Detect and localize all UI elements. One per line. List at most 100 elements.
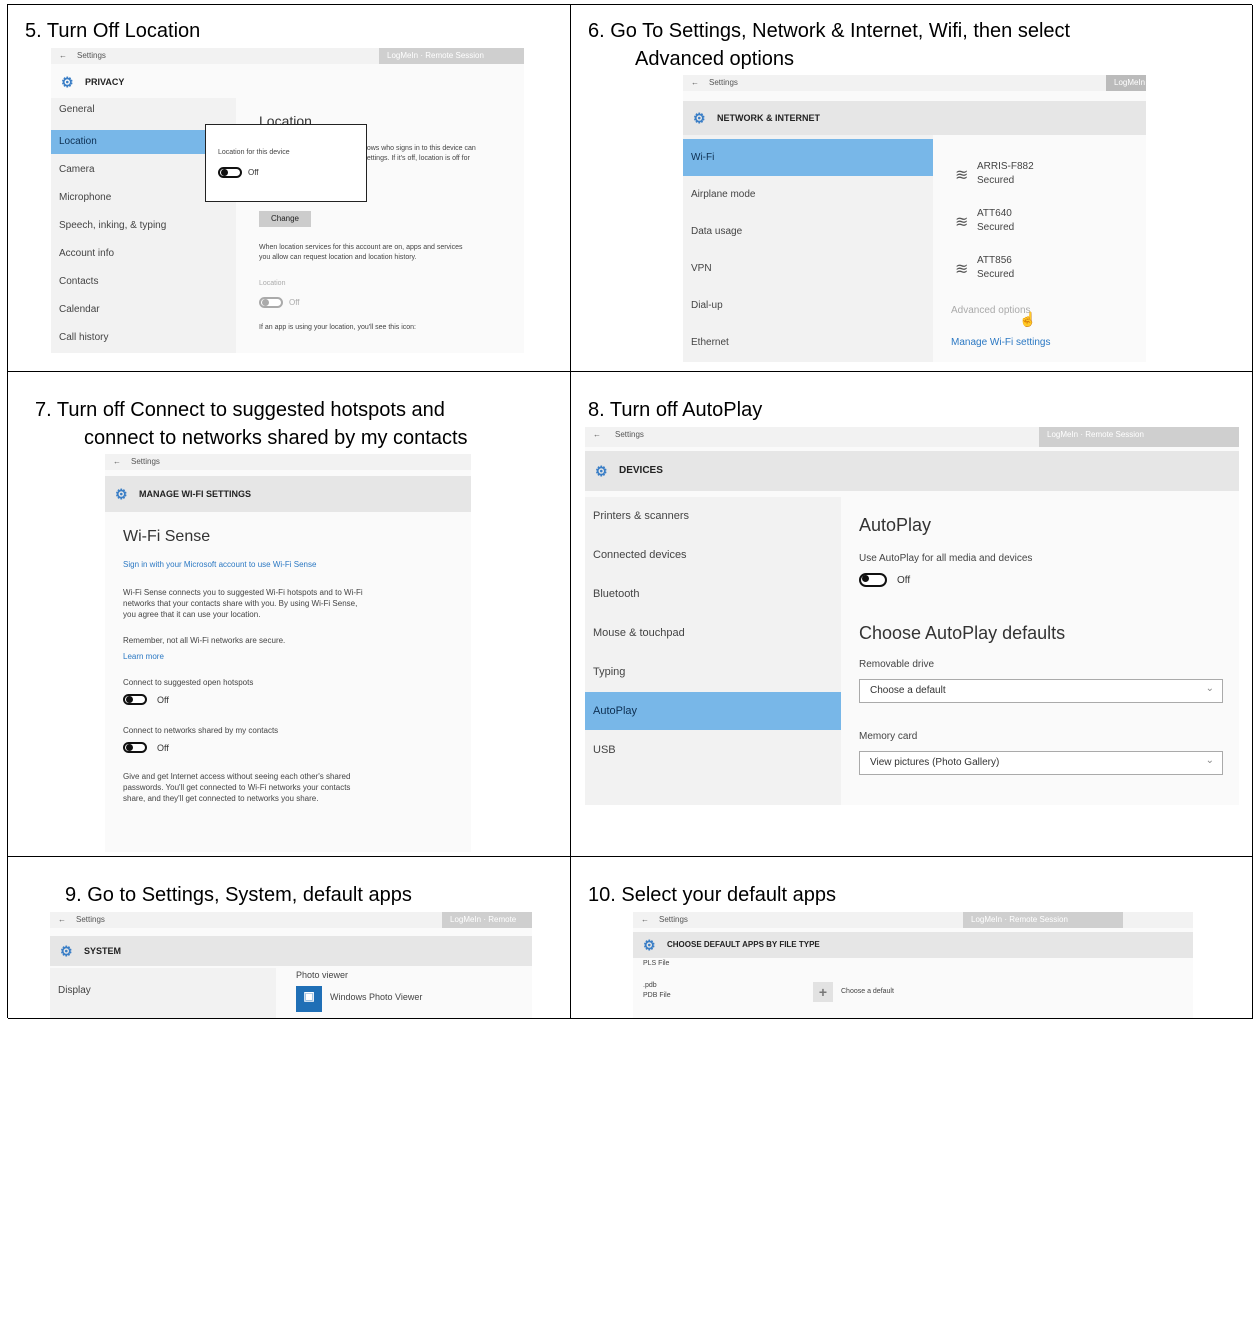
location-toggle-state: Off [289,298,300,307]
file-ext: .pdb [643,982,657,989]
nav-item-display[interactable]: Display [50,976,276,1006]
gear-icon: ⚙ [115,486,128,502]
nav-item-typing[interactable]: Typing [585,653,841,691]
back-arrow-icon[interactable]: ← [641,915,649,924]
settings-title: Settings [709,78,738,87]
wifi-signal-icon: ≋ [955,261,969,278]
back-arrow-icon[interactable]: ← [59,51,67,60]
location-device-toggle[interactable] [218,167,242,178]
section-title: NETWORK & INTERNET [717,113,820,123]
file-desc: PDB File [643,992,671,999]
step-5-heading: 5. Turn Off Location [25,20,201,42]
title-bar: ← Settings LogMeIn [683,75,1146,91]
title-bar: ← Settings LogMeIn · Remote Session [51,48,524,64]
nav-item-printers[interactable]: Printers & scanners [585,497,841,535]
sharing-desc-1: Give and get Internet access without see… [123,772,351,781]
network-status: Secured [977,175,1015,186]
system-nav: Display [50,968,276,1018]
manage-wifi-link[interactable]: Manage Wi-Fi settings [951,337,1050,348]
settings-title: Settings [615,430,644,439]
wifi-signal-icon: ≋ [955,214,969,231]
section-header: ⚙ SYSTEM [50,936,532,966]
wifi-settings-screenshot: ← Settings ⚙ MANAGE WI-FI SETTINGS Wi-Fi… [105,454,471,852]
nav-item-usb[interactable]: USB [585,731,841,769]
step-9-heading: 9. Go to Settings, System, default apps [65,884,412,906]
network-name[interactable]: ARRIS-F882 [977,161,1034,172]
system-screenshot: ← Settings LogMeIn · Remote ⚙ SYSTEM Dis… [50,912,532,1018]
nav-item-airplane[interactable]: Airplane mode [683,176,933,213]
nav-item-call-history[interactable]: Call history [51,326,236,350]
popup-label: Location for this device [218,149,290,156]
nav-item-general[interactable]: General [51,98,236,122]
location-desc-1: ...ows who signs in to this device can [361,145,476,152]
autoplay-toggle[interactable] [859,573,887,587]
wifi-sense-desc-3: you agree that it can use your location. [123,610,261,619]
back-arrow-icon[interactable]: ← [58,915,66,924]
step-10-cell: 10. Select your default apps ← Settings … [571,857,1253,1019]
removable-label: Removable drive [859,659,935,670]
devices-nav: Printers & scanners Connected devices Bl… [585,497,841,805]
nav-item-ethernet[interactable]: Ethernet [683,324,933,361]
logmein-tab: LogMeIn [1106,75,1146,91]
contacts-toggle[interactable] [123,742,147,753]
settings-title: Settings [77,51,106,60]
section-header: ⚙ NETWORK & INTERNET [683,101,1146,135]
wifi-sense-heading: Wi-Fi Sense [123,528,211,545]
wifi-signal-icon: ≋ [955,167,969,184]
sign-in-link[interactable]: Sign in with your Microsoft account to u… [123,560,316,569]
location-popup: Location for this device Off [205,124,367,202]
logmein-tab: LogMeIn · Remote [442,912,532,928]
location-desc-2: ...ettings. If it's off, location is off… [361,155,470,162]
autoplay-state: Off [897,575,911,586]
network-name[interactable]: ATT640 [977,208,1012,219]
nav-item-speech[interactable]: Speech, inking, & typing [51,214,236,238]
default-app[interactable]: Choose a default [841,988,894,995]
change-button[interactable]: Change [259,211,311,227]
location-desc-4: you allow can request location and locat… [259,254,417,261]
nav-item-data-usage[interactable]: Data usage [683,213,933,250]
step-7-cell: 7. Turn off Connect to suggested hotspot… [8,372,571,857]
step-6-heading-line-2: Advanced options [635,48,795,70]
nav-item-mouse[interactable]: Mouse & touchpad [585,614,841,652]
title-bar: ← Settings [105,454,471,470]
step-10-heading: 10. Select your default apps [588,884,836,906]
nav-item-calendar[interactable]: Calendar [51,298,236,322]
hotspots-toggle[interactable] [123,694,147,705]
plus-icon[interactable]: + [813,982,833,1002]
step-8-heading: 8. Turn off AutoPlay [588,399,763,421]
nav-item-autoplay[interactable]: AutoPlay [585,692,841,730]
section-title: CHOOSE DEFAULT APPS BY FILE TYPE [667,940,820,949]
section-title: SYSTEM [84,946,122,956]
back-arrow-icon[interactable]: ← [691,78,699,87]
gear-icon: ⚙ [595,463,608,479]
location-toggle[interactable] [259,297,283,308]
use-autoplay-label: Use AutoPlay for all media and devices [859,553,1033,564]
privacy-screenshot: ← Settings LogMeIn · Remote Session ⚙ PR… [51,48,524,353]
learn-more-link[interactable]: Learn more [123,652,164,661]
hotspots-state: Off [157,695,169,705]
sharing-desc-2: passwords. You'll get connected to Wi-Fi… [123,783,351,792]
back-arrow-icon[interactable]: ← [593,430,601,439]
nav-item-wifi[interactable]: Wi-Fi [683,139,933,176]
nav-item-bluetooth[interactable]: Bluetooth [585,575,841,613]
nav-item-account-info[interactable]: Account info [51,242,236,266]
nav-item-contacts[interactable]: Contacts [51,270,236,294]
nav-item-vpn[interactable]: VPN [683,250,933,287]
settings-title: Settings [659,915,688,924]
removable-drive-dropdown[interactable]: Choose a default [859,678,1223,703]
network-screenshot: ← Settings LogMeIn ⚙ NETWORK & INTERNET … [683,75,1146,362]
network-name[interactable]: ATT856 [977,255,1012,266]
settings-title: Settings [76,915,105,924]
contacts-label: Connect to networks shared by my contact… [123,726,279,735]
step-7-heading: 7. Turn off Connect to suggested hotspot… [35,399,445,421]
nav-item-dialup[interactable]: Dial-up [683,287,933,324]
step-6-heading: 6. Go To Settings, Network & Internet, W… [588,20,1071,42]
autoplay-heading: AutoPlay [859,515,932,535]
nav-item-connected-devices[interactable]: Connected devices [585,536,841,574]
memory-card-dropdown[interactable]: View pictures (Photo Gallery) [859,750,1223,775]
photo-viewer-label: Photo viewer [296,970,349,980]
back-arrow-icon[interactable]: ← [113,457,121,466]
photo-viewer-app[interactable]: Windows Photo Viewer [330,992,422,1002]
devices-screenshot: ← Settings LogMeIn · Remote Session ⚙ DE… [585,427,1239,805]
memory-label: Memory card [859,731,918,742]
